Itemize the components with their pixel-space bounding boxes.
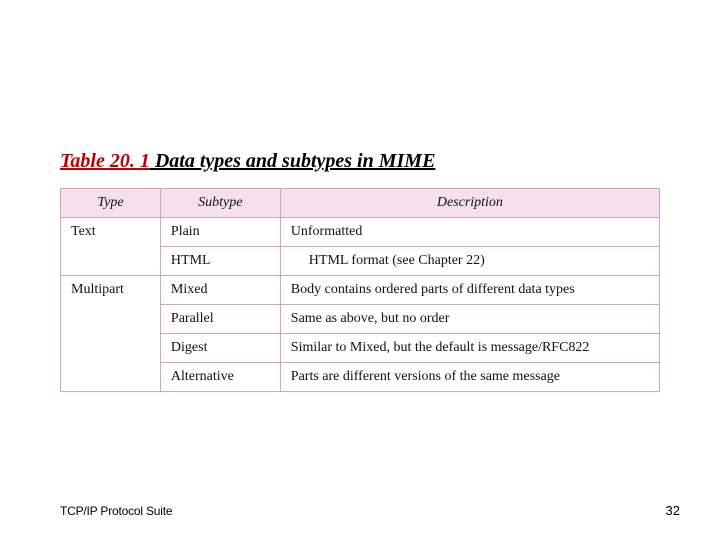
- cell-description: Similar to Mixed, but the default is mes…: [280, 334, 659, 363]
- footer-text: TCP/IP Protocol Suite: [60, 504, 172, 518]
- table-caption: Table 20. 1 Data types and subtypes in M…: [60, 150, 435, 173]
- cell-subtype: HTML: [160, 247, 280, 276]
- mime-table: Type Subtype Description TextPlainUnform…: [60, 188, 660, 392]
- cell-description: Unformatted: [280, 218, 659, 247]
- table-number: Table 20. 1: [60, 150, 150, 172]
- cell-subtype: Alternative: [160, 363, 280, 392]
- cell-type: Multipart: [61, 276, 161, 392]
- table-header-row: Type Subtype Description: [61, 189, 660, 218]
- cell-type: Text: [61, 218, 161, 276]
- cell-description: Same as above, but no order: [280, 305, 659, 334]
- header-type: Type: [61, 189, 161, 218]
- cell-description: Parts are different versions of the same…: [280, 363, 659, 392]
- table-row: TextPlainUnformatted: [61, 218, 660, 247]
- table-body: TextPlainUnformattedHTMLHTML format (see…: [61, 218, 660, 392]
- cell-subtype: Parallel: [160, 305, 280, 334]
- cell-description: HTML format (see Chapter 22): [280, 247, 659, 276]
- table-row: MultipartMixedBody contains ordered part…: [61, 276, 660, 305]
- cell-description: Body contains ordered parts of different…: [280, 276, 659, 305]
- cell-subtype: Plain: [160, 218, 280, 247]
- slide: Table 20. 1 Data types and subtypes in M…: [0, 0, 720, 540]
- cell-subtype: Digest: [160, 334, 280, 363]
- cell-subtype: Mixed: [160, 276, 280, 305]
- table-title: Data types and subtypes in MIME: [150, 150, 436, 172]
- page-number: 32: [666, 503, 680, 518]
- header-subtype: Subtype: [160, 189, 280, 218]
- header-description: Description: [280, 189, 659, 218]
